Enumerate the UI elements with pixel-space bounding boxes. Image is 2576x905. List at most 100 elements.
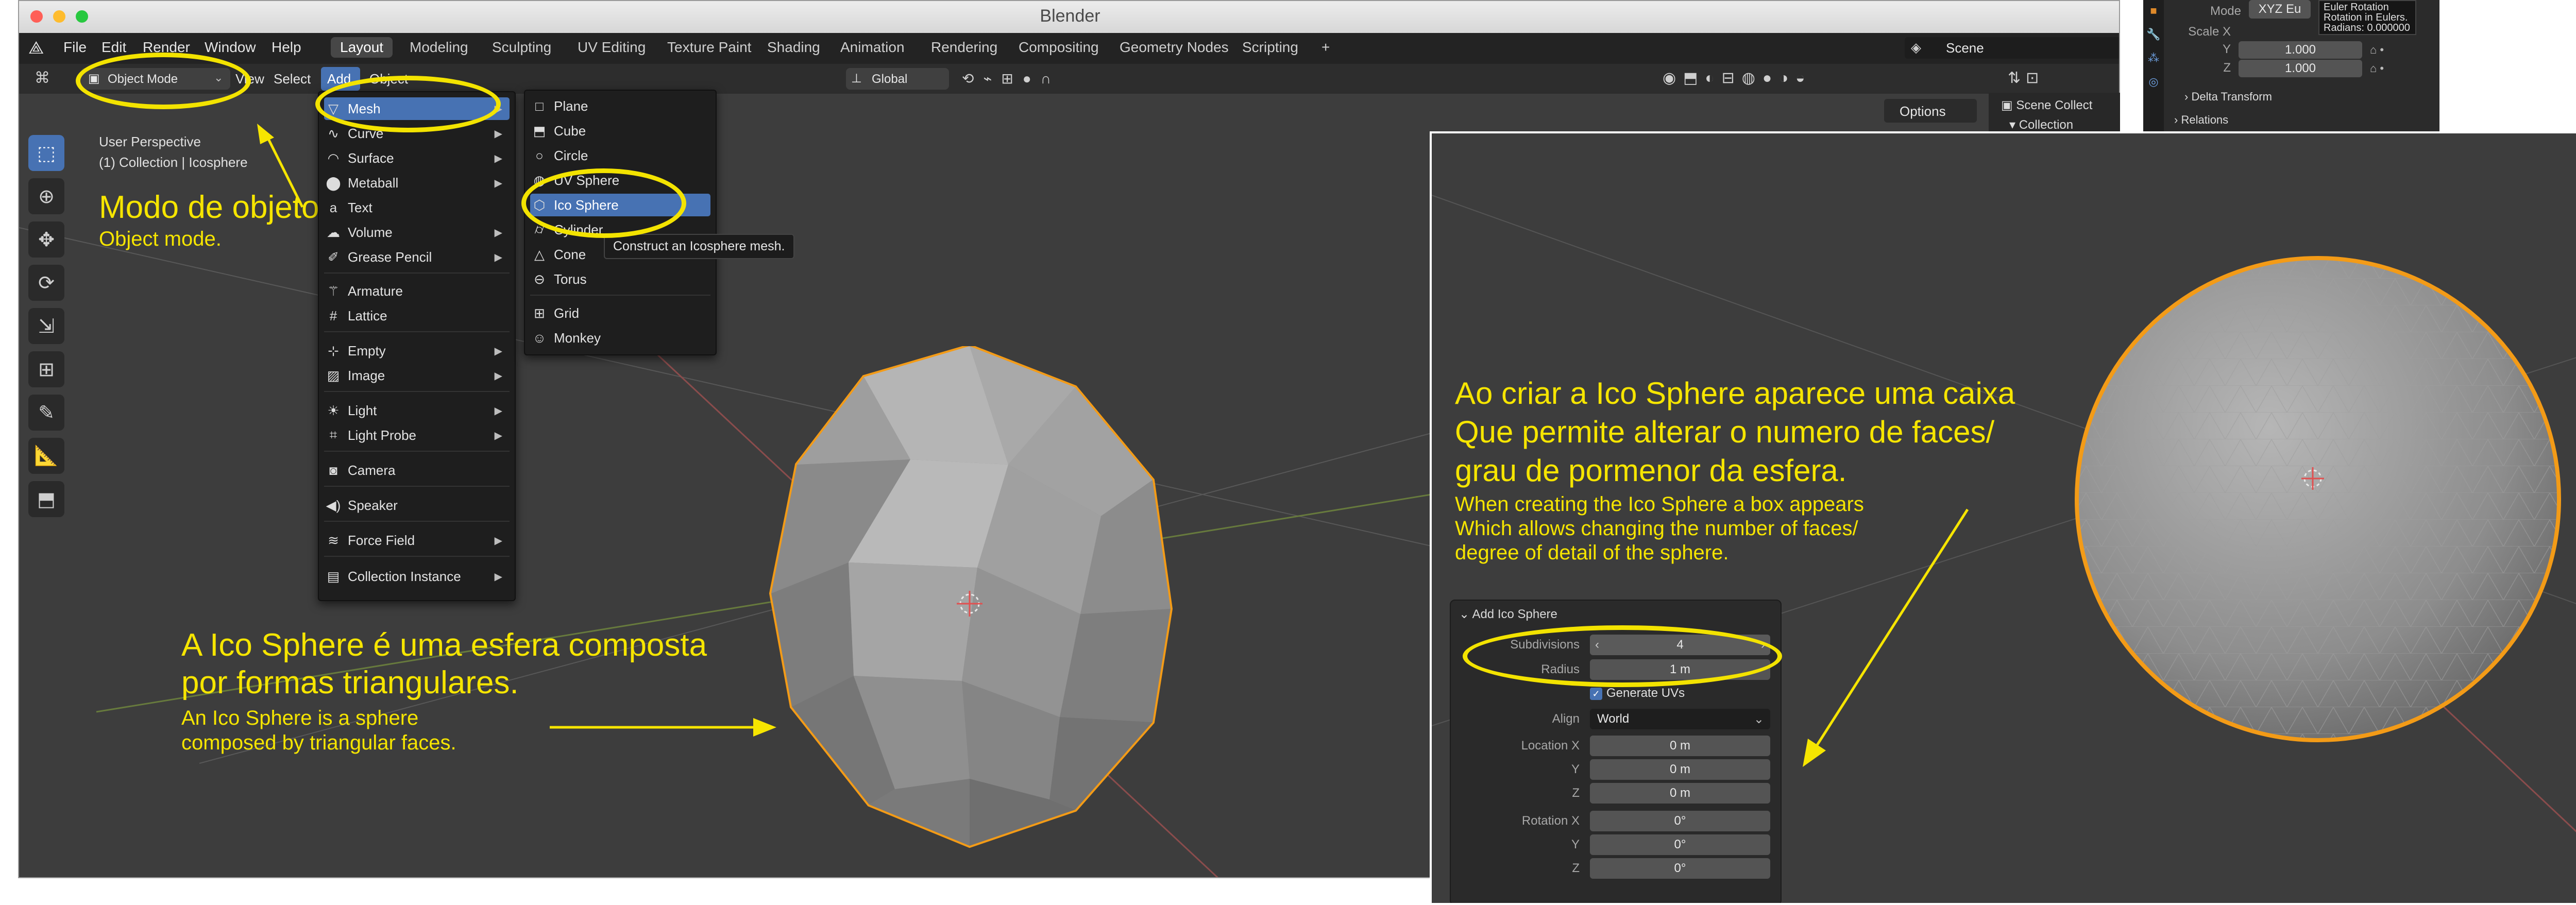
tab-uv-editing[interactable]: UV Editing xyxy=(568,37,655,58)
add-menu-armature[interactable]: ⚚ Armature xyxy=(324,280,510,302)
mesh-grid[interactable]: ⊞ Grid xyxy=(530,302,710,325)
view-perspective: User Perspective xyxy=(99,134,201,149)
modifier-icon[interactable]: 🔧 xyxy=(2143,28,2164,41)
select-box-icon[interactable]: ⬚ xyxy=(28,135,64,171)
rotation-y-field[interactable]: 0° xyxy=(1590,834,1770,855)
generate-uvs-checkbox[interactable]: ✓ Generate UVs xyxy=(1590,686,1685,701)
chevron-down-icon: ⌄ xyxy=(1459,607,1472,621)
add-menu-empty[interactable]: ⊹ Empty ▶ xyxy=(324,339,510,362)
rotation-y-label: Y xyxy=(1571,838,1580,851)
active-collection: (1) Collection | Icosphere xyxy=(99,155,248,170)
snapping-tools-icon[interactable]: ⟲⌁⊞●∩ xyxy=(962,70,1060,87)
blender-logo-icon[interactable]: ⟁ xyxy=(28,38,44,58)
mesh-plane[interactable]: □ Plane xyxy=(530,95,710,117)
tab-geometry-nodes[interactable]: Geometry Nodes xyxy=(1110,37,1238,58)
viewport-shading-icons[interactable]: ◉⬒◐⊟◍●◑◒ xyxy=(1663,69,1812,87)
options-button[interactable]: Options xyxy=(1884,99,1977,123)
particles-icon[interactable]: ⁂ xyxy=(2143,52,2164,65)
object-properties-icon[interactable]: ■ xyxy=(2143,4,2164,18)
add-menu-volume[interactable]: ☁ Volume ▶ xyxy=(324,221,510,244)
tab-modeling[interactable]: Modeling xyxy=(400,37,478,58)
add-menu-force-field[interactable]: ≋ Force Field ▶ xyxy=(324,529,510,552)
physics-icon[interactable]: ◎ xyxy=(2143,75,2164,89)
add-menu-camera[interactable]: ◙ Camera xyxy=(324,459,510,482)
scale-icon[interactable]: ⇲ xyxy=(28,308,64,344)
location-y-field[interactable]: 0 m xyxy=(1590,759,1770,780)
add-menu-text[interactable]: a Text xyxy=(324,196,510,219)
menu-help[interactable]: Help xyxy=(272,39,301,56)
add-menu-grease-pencil[interactable]: ✐ Grease Pencil ▶ xyxy=(324,246,510,268)
add-menu-metaball[interactable]: ⬤ Metaball ▶ xyxy=(324,172,510,194)
measure-icon[interactable]: 📐 xyxy=(28,438,64,474)
rotation-x-field[interactable]: 0° xyxy=(1590,811,1770,831)
relations-section[interactable]: › Relations xyxy=(2174,113,2228,127)
viewport-info: User Perspective (1) Collection | Icosph… xyxy=(99,131,248,173)
rot-mode-field[interactable]: XYZ Eu xyxy=(2249,0,2311,19)
annotate-icon[interactable]: ✎ xyxy=(28,395,64,431)
transform-icon[interactable]: ⊞ xyxy=(28,351,64,387)
outliner-fragment: ▣ Scene Collect ▾ Collection xyxy=(1989,93,2120,134)
add-menu-light-probe[interactable]: ⌗ Light Probe ▶ xyxy=(324,424,510,447)
cursor-icon[interactable]: ⊕ xyxy=(28,178,64,214)
add-cube-icon[interactable]: ⬒ xyxy=(28,481,64,517)
mesh-torus[interactable]: ⊖ Torus xyxy=(530,268,710,291)
location-x-field[interactable]: 0 m xyxy=(1590,736,1770,756)
ico-sphere-detail-panel: Ao criar a Ico Sphere aparece uma caixa … xyxy=(1430,131,2576,905)
ico-sphere-high-detail[interactable] xyxy=(2071,252,2565,746)
tab-texture-paint[interactable]: Texture Paint xyxy=(658,37,760,58)
submenu-arrow-icon: ▶ xyxy=(494,345,502,357)
menu-edit[interactable]: Edit xyxy=(101,39,126,56)
menu-separator xyxy=(324,272,510,274)
menu-separator xyxy=(324,391,510,392)
scale-y-field[interactable]: 1.000 xyxy=(2239,41,2362,59)
menu-select[interactable]: Select xyxy=(274,71,311,87)
transform-orientation-selector[interactable]: ⊥ Global xyxy=(846,68,949,90)
move-icon[interactable]: ✥ xyxy=(28,221,64,258)
scene-selector[interactable]: ◈ Scene xyxy=(1905,37,2119,59)
tab-animation[interactable]: Animation xyxy=(831,37,914,58)
tab-compositing[interactable]: Compositing xyxy=(1009,37,1108,58)
grid-icon: ⊞ xyxy=(534,305,545,321)
rotation-z-field[interactable]: 0° xyxy=(1590,858,1770,879)
add-menu-collection-instance[interactable]: ▤ Collection Instance ▶ xyxy=(324,565,510,588)
add-menu-lattice[interactable]: # Lattice xyxy=(324,304,510,327)
light-probe-icon: ⌗ xyxy=(329,427,337,442)
options-label: Options xyxy=(1900,104,1946,119)
add-menu-surface[interactable]: ◠ Surface ▶ xyxy=(324,147,510,169)
add-menu-light[interactable]: ☀ Light ▶ xyxy=(324,399,510,422)
tab-scripting[interactable]: Scripting xyxy=(1233,37,1308,58)
menu-file[interactable]: File xyxy=(63,39,87,56)
annotation-box-en-3: degree of detail of the sphere. xyxy=(1455,541,1729,564)
keyframe-icon[interactable]: ⌂ • xyxy=(2370,62,2384,75)
tab-shading[interactable]: Shading xyxy=(758,37,829,58)
lattice-icon: # xyxy=(329,308,337,323)
operator-panel-header[interactable]: ⌄ Add Ico Sphere xyxy=(1459,607,1557,622)
menu-window[interactable]: Window xyxy=(205,39,256,56)
mesh-monkey[interactable]: ☺ Monkey xyxy=(530,327,710,349)
outliner-collection[interactable]: ▾ Collection xyxy=(2009,117,2073,132)
align-dropdown[interactable]: World ⌄ xyxy=(1590,709,1770,729)
editor-type-icon[interactable]: ⌘ xyxy=(35,69,50,87)
tab-sculpting[interactable]: Sculpting xyxy=(483,37,561,58)
ico-sphere-object[interactable] xyxy=(740,346,1281,878)
armature-icon: ⚚ xyxy=(327,283,340,299)
delta-transform-section[interactable]: › Delta Transform xyxy=(2184,90,2272,104)
rotate-icon[interactable]: ⟳ xyxy=(28,265,64,301)
tab-layout[interactable]: Layout xyxy=(331,37,393,58)
add-workspace-button[interactable]: + xyxy=(1312,37,1339,58)
top-bar: ⟁ File Edit Render Window Help Layout Mo… xyxy=(19,33,2119,64)
annotation-ico-en-2: composed by triangular faces. xyxy=(181,731,456,754)
torus-icon: ⊖ xyxy=(534,271,545,287)
outliner-scene-collection[interactable]: ▣ Scene Collect xyxy=(2001,98,2092,113)
mesh-cube[interactable]: ⬒ Cube xyxy=(530,119,710,142)
add-menu-speaker[interactable]: ◀) Speaker xyxy=(324,494,510,517)
editor-options-icon[interactable]: ⇅⊡ xyxy=(2008,69,2044,87)
keyframe-icon[interactable]: ⌂ • xyxy=(2370,43,2384,57)
mesh-circle[interactable]: ○ Circle xyxy=(530,144,710,167)
add-menu-image[interactable]: ▨ Image ▶ xyxy=(324,364,510,387)
rot-mode-label: Mode xyxy=(2210,4,2241,18)
location-z-field[interactable]: 0 m xyxy=(1590,783,1770,804)
tab-rendering[interactable]: Rendering xyxy=(922,37,1007,58)
title-bar: Blender xyxy=(19,1,2119,34)
scale-z-field[interactable]: 1.000 xyxy=(2239,60,2362,77)
